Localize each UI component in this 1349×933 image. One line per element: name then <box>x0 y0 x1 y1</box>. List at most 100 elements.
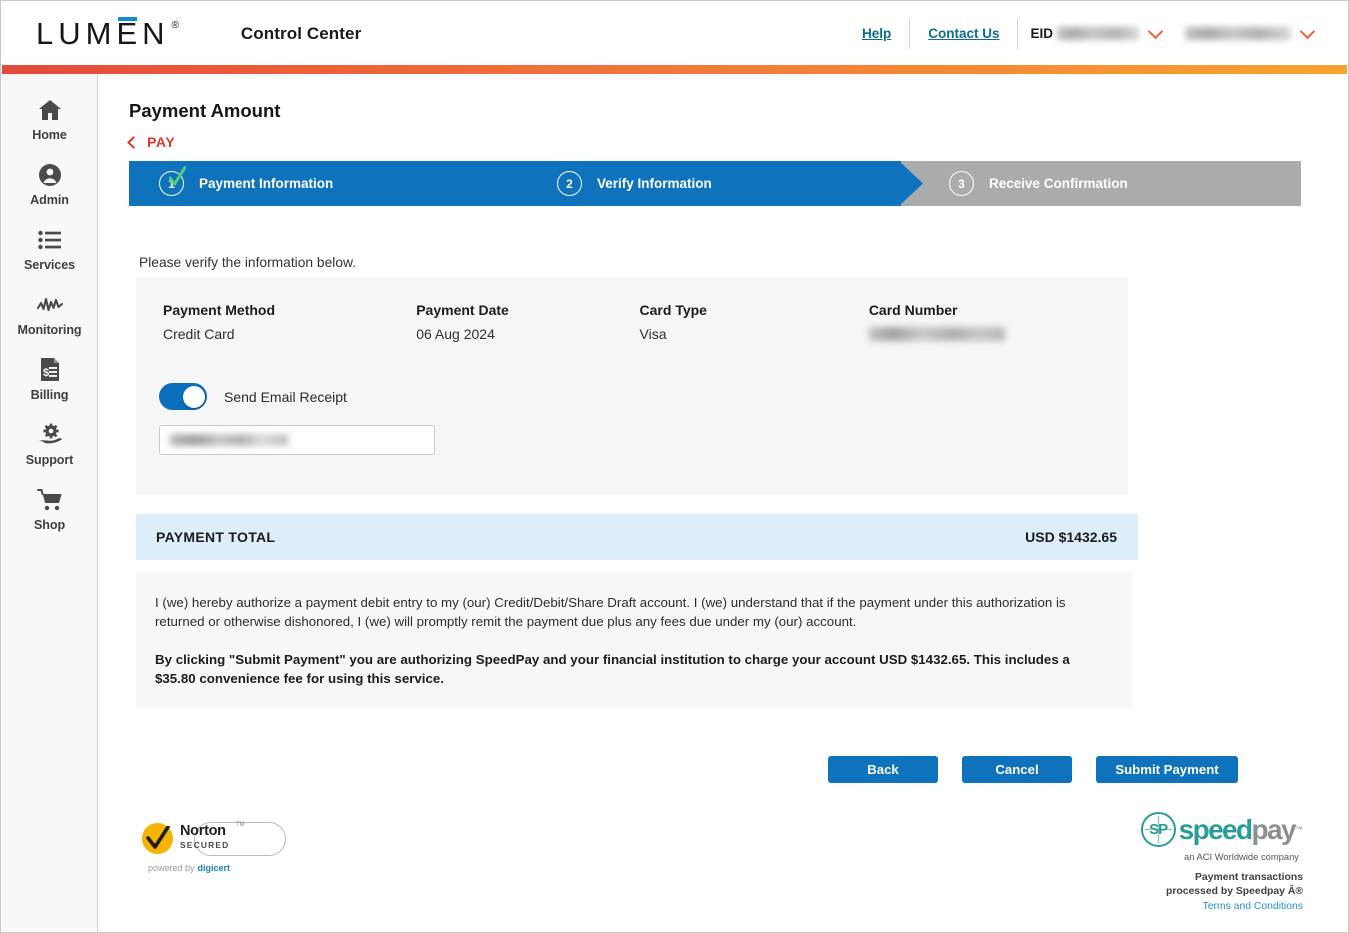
email-input[interactable] <box>159 425 435 455</box>
account-value-redacted <box>1185 27 1291 40</box>
field-value: Visa <box>639 326 667 342</box>
sidebar-item-home[interactable]: Home <box>2 87 97 152</box>
authorization-paragraph-1: I (we) hereby authorize a payment debit … <box>155 595 1066 630</box>
sidebar-item-billing[interactable]: $ Billing <box>2 347 97 412</box>
step-number-badge: 1 <box>159 166 187 196</box>
back-button[interactable]: Back <box>828 756 938 783</box>
card-type-field: Card Type Visa <box>640 302 869 342</box>
norton-check-icon <box>146 826 170 849</box>
norton-secured-word: SECURED <box>180 839 230 850</box>
chevron-left-icon <box>127 135 140 149</box>
step-verify-information[interactable]: 2 Verify Information <box>509 161 923 206</box>
lumen-logo[interactable]: LUMEN ® <box>36 16 179 51</box>
help-link[interactable]: Help <box>844 26 909 41</box>
norton-trademark: TM <box>236 822 245 828</box>
authorization-paragraph-2: By clicking "Submit Payment" you are aut… <box>155 652 1070 687</box>
field-label: Card Number <box>868 302 958 318</box>
field-value: 06 Aug 2024 <box>416 326 495 342</box>
top-header: LUMEN ® Control Center Help Contact Us E… <box>2 2 1347 65</box>
breadcrumb-label: PAY <box>147 134 176 150</box>
breadcrumb-back-to-pay[interactable]: PAY <box>127 134 176 150</box>
terms-and-conditions-link[interactable]: Terms and Conditions <box>1107 901 1304 912</box>
step-label: Verify Information <box>597 176 712 191</box>
chevron-down-icon <box>1147 23 1164 39</box>
step-payment-information[interactable]: 1 Payment Information <box>129 161 531 206</box>
email-value-redacted <box>170 434 288 446</box>
sidebar-item-support[interactable]: Support <box>2 412 97 477</box>
sidebar-item-services[interactable]: Services <box>2 217 97 282</box>
powered-by-label: powered by <box>147 863 195 873</box>
speedpay-word-pay: pay <box>1251 813 1297 845</box>
user-circle-icon <box>38 161 62 188</box>
lumen-logo-text: LUMEN <box>36 16 170 51</box>
sidebar-item-label: Monitoring <box>17 323 82 337</box>
page-title: Payment Amount <box>129 100 281 121</box>
chevron-down-icon <box>1299 23 1316 39</box>
send-email-receipt-label: Send Email Receipt <box>224 388 347 405</box>
action-buttons: Back Cancel Submit Payment <box>98 756 1238 783</box>
field-label: Payment Date <box>416 302 509 318</box>
verify-instruction: Please verify the information below. <box>139 255 357 270</box>
app-title: Control Center <box>240 23 362 43</box>
norton-powered-by: powered by digicert <box>148 863 230 873</box>
eid-value-redacted <box>1057 27 1139 40</box>
payment-total-label: PAYMENT TOTAL <box>156 529 276 545</box>
speedpay-mark-icon: SP <box>1140 812 1176 847</box>
speedpay-logo: SP speed pay ™ <box>1107 812 1303 847</box>
speedpay-word-speed: speed <box>1178 813 1254 845</box>
sidebar-item-shop[interactable]: Shop <box>2 477 97 542</box>
field-label: Payment Method <box>163 302 276 318</box>
progress-stepper: 1 Payment Information 2 Verify Informati… <box>129 161 1301 206</box>
contact-us-link[interactable]: Contact Us <box>910 26 1017 41</box>
toggle-knob <box>182 385 205 408</box>
sidebar-item-label: Home <box>32 128 67 142</box>
speedpay-trademark: ™ <box>1295 825 1303 834</box>
step-label: Payment Information <box>199 176 334 191</box>
speedpay-footer: SP speed pay ™ an ACI Worldwide company … <box>1107 812 1303 912</box>
step-label: Receive Confirmation <box>989 176 1128 191</box>
send-email-receipt-toggle[interactable] <box>159 383 207 410</box>
sidebar-item-monitoring[interactable]: Monitoring <box>2 282 97 347</box>
sidebar-item-label: Billing <box>30 388 69 402</box>
submit-payment-button[interactable]: Submit Payment <box>1096 756 1238 783</box>
brand-gradient-strip <box>2 65 1347 74</box>
eid-selector[interactable]: EID <box>1018 23 1173 41</box>
norton-wordmark: Norton SECURED <box>180 824 229 850</box>
lumen-logo-registered-mark: ® <box>171 20 179 31</box>
speedpay-mark-lines <box>1144 816 1172 843</box>
speedpay-tagline: an ACI Worldwide company <box>1184 851 1299 862</box>
speedpay-processed-line-1: Payment transactions <box>1195 872 1303 883</box>
payment-total-bar: PAYMENT TOTAL USD $1432.65 <box>136 514 1138 560</box>
norton-word: Norton <box>180 823 226 839</box>
lumen-logo-accent-bar <box>118 17 137 21</box>
header-actions: Help Contact Us EID <box>844 15 1325 53</box>
sidebar-item-label: Shop <box>33 518 66 532</box>
cart-icon <box>36 486 63 513</box>
digicert-wordmark: digicert <box>197 863 231 873</box>
support-gear-hand-icon <box>37 421 63 448</box>
main-content: Payment Amount PAY 1 Payment Information… <box>98 74 1347 931</box>
step-number-badge: 2 <box>557 171 582 196</box>
cancel-button[interactable]: Cancel <box>962 756 1072 783</box>
sidebar-item-label: Services <box>23 258 76 272</box>
card-number-value-redacted <box>868 327 1005 341</box>
sidebar-item-admin[interactable]: Admin <box>2 152 97 217</box>
payment-details-panel: Payment Method Credit Card Payment Date … <box>136 277 1128 495</box>
sidebar-nav: Home Admin Services Monitoring $ Billing… <box>2 74 98 931</box>
activity-icon <box>36 291 63 318</box>
card-number-field: Card Number <box>868 302 1128 342</box>
field-label: Card Type <box>639 302 707 318</box>
payment-method-field: Payment Method Credit Card <box>163 302 416 342</box>
norton-badge-graphic: Norton SECURED TM <box>138 820 286 858</box>
step-receive-confirmation[interactable]: 3 Receive Confirmation <box>901 161 1301 206</box>
step-number: 2 <box>566 176 573 191</box>
step-number-badge: 3 <box>949 171 974 196</box>
payment-total-value: USD $1432.65 <box>1025 529 1117 545</box>
speedpay-processed-line-2: processed by Speedpay Â® <box>1165 886 1303 898</box>
sidebar-item-label: Admin <box>30 193 69 207</box>
norton-secured-badge[interactable]: Norton SECURED TM powered by digicert <box>137 820 286 873</box>
field-value: Credit Card <box>163 326 235 342</box>
application-window: LUMEN ® Control Center Help Contact Us E… <box>0 0 1349 933</box>
svg-text:$: $ <box>43 367 49 379</box>
account-selector[interactable] <box>1173 23 1325 40</box>
